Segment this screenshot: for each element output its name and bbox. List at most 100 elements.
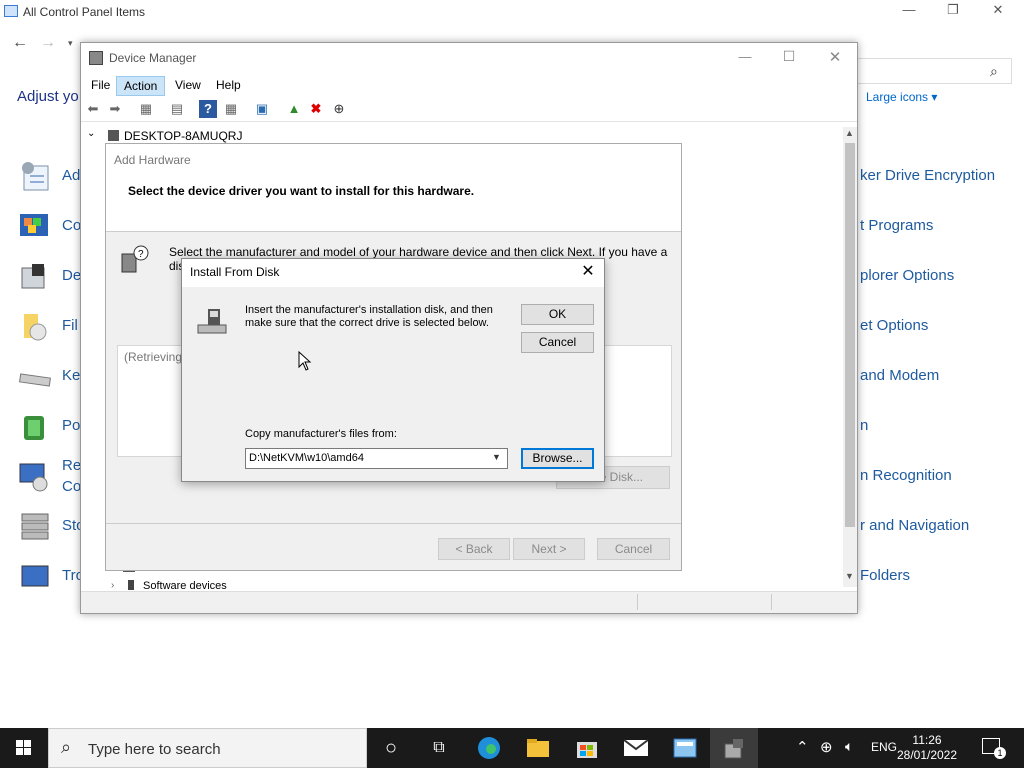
cp-item-default-programs[interactable]: t Programs <box>860 217 933 234</box>
page-heading: Adjust yo <box>17 88 79 105</box>
path-combobox[interactable]: D:\NetKVM\w10\amd64 ▼ <box>245 448 508 469</box>
cp-item-file-explorer-options[interactable]: plorer Options <box>860 267 954 284</box>
power-options-icon[interactable] <box>18 410 58 444</box>
help-icon[interactable]: ? <box>199 100 217 118</box>
control-panel-taskbar-icon[interactable] <box>661 728 709 768</box>
notification-count-badge: 1 <box>994 747 1006 759</box>
control-panel-titlebar: All Control Panel Items — ❐ ✕ <box>0 0 1024 24</box>
back-button[interactable]: < Back <box>438 538 510 560</box>
menu-bar: File Action View Help <box>81 73 857 96</box>
volume-muted-icon[interactable]: 🔈︎ <box>845 738 853 755</box>
scroll-down-icon[interactable]: ▼ <box>845 571 854 581</box>
network-globe-icon[interactable]: ⊕ <box>820 738 833 756</box>
cp-item-co[interactable]: Co <box>62 217 81 234</box>
cp-item-speech-recognition[interactable]: n Recognition <box>860 467 952 484</box>
next-button[interactable]: Next > <box>513 538 585 560</box>
cp-item-phone-modem[interactable]: and Modem <box>860 367 939 384</box>
cp-item-ke[interactable]: Ke <box>62 367 80 384</box>
retrieving-text: (Retrieving <box>124 350 183 364</box>
add-hardware-heading: Select the device driver you want to ins… <box>128 184 475 198</box>
tree-root[interactable]: DESKTOP-8AMUQRJ <box>124 129 242 143</box>
taskbar-search-box[interactable]: ⌕ Type here to search <box>48 728 367 768</box>
color-management-icon[interactable] <box>18 210 58 244</box>
forward-arrow-icon[interactable]: → <box>40 34 56 52</box>
view-by-value: Large icons <box>866 90 929 104</box>
chevron-down-icon[interactable]: ▼ <box>492 452 501 462</box>
scrollbar-thumb[interactable] <box>845 143 855 527</box>
chevron-right-icon[interactable]: › <box>111 580 114 591</box>
computer-icon <box>108 130 119 141</box>
menu-help[interactable]: Help <box>209 76 248 94</box>
forward-arrow-icon[interactable]: ➡ <box>106 100 124 118</box>
task-view-icon[interactable]: ⧉ <box>415 728 463 768</box>
chevron-up-icon[interactable]: ⌃ <box>796 738 809 756</box>
device-manager-title: Device Manager <box>109 51 197 65</box>
cp-item-co-2[interactable]: Co <box>62 478 81 495</box>
maximize-button[interactable]: ❐ <box>938 2 968 22</box>
clock-time: 11:26 <box>912 733 942 747</box>
control-panel-icon <box>4 5 18 17</box>
download-icon[interactable]: ⊕ <box>330 100 348 118</box>
search-icon: ⌕ <box>990 63 998 79</box>
windows-logo-icon <box>16 740 31 755</box>
cp-item-work-folders[interactable]: Folders <box>860 567 910 584</box>
view-by-dropdown[interactable]: Large icons ▾ <box>866 90 937 104</box>
close-button[interactable]: ✕ <box>821 48 849 66</box>
properties-grid-icon[interactable]: ▦ <box>137 100 155 118</box>
clock[interactable]: 11:26 28/01/2022 <box>896 733 958 763</box>
update-driver-icon[interactable]: ▲ <box>285 100 303 118</box>
cortana-icon[interactable]: ○ <box>367 728 415 768</box>
file-explorer-icon[interactable] <box>514 728 562 768</box>
vertical-scrollbar[interactable]: ▲ ▼ <box>843 127 857 587</box>
device-manager-icon[interactable] <box>18 260 58 294</box>
edge-browser-icon[interactable] <box>465 728 513 768</box>
admin-tools-icon[interactable] <box>18 160 58 194</box>
menu-view[interactable]: View <box>168 76 208 94</box>
cancel-button[interactable]: Cancel <box>521 332 594 353</box>
cp-item-po[interactable]: Po <box>62 417 80 434</box>
properties-icon[interactable]: ▤ <box>168 100 186 118</box>
ok-button[interactable]: OK <box>521 304 594 325</box>
close-button[interactable]: ✕ <box>983 2 1013 22</box>
back-arrow-icon[interactable]: ← <box>12 34 28 52</box>
store-icon[interactable] <box>563 728 611 768</box>
add-hardware-header: Add Hardware Select the device driver yo… <box>106 144 681 232</box>
cancel-button[interactable]: Cancel <box>597 538 670 560</box>
scroll-up-icon[interactable]: ▲ <box>845 128 854 138</box>
cp-item-region[interactable]: n <box>860 417 868 434</box>
menu-action[interactable]: Action <box>116 76 166 96</box>
device-manager-titlebar: Device Manager — ☐ ✕ <box>81 43 857 73</box>
cp-item-ad[interactable]: Ad <box>62 167 80 184</box>
chevron-down-icon[interactable]: ⌄ <box>87 128 95 139</box>
device-manager-taskbar-icon[interactable] <box>710 728 758 768</box>
cp-item-de[interactable]: De <box>62 267 81 284</box>
minimize-button[interactable]: — <box>731 49 759 64</box>
scan-hardware-icon[interactable]: ▣ <box>253 100 271 118</box>
remote-app-icon[interactable] <box>18 460 58 494</box>
cp-item-internet-options[interactable]: et Options <box>860 317 928 334</box>
search-icon: ⌕ <box>61 737 72 757</box>
view-icon[interactable]: ▦ <box>222 100 240 118</box>
browse-button[interactable]: Browse... <box>521 448 594 469</box>
file-explorer-icon[interactable] <box>18 310 58 344</box>
uninstall-icon[interactable]: ✖ <box>307 100 325 118</box>
menu-file[interactable]: File <box>84 76 117 94</box>
language-indicator[interactable]: ENG <box>871 740 897 754</box>
troubleshooting-icon[interactable] <box>18 560 58 594</box>
svg-text:?: ? <box>138 249 144 260</box>
close-button[interactable]: ✕ <box>576 261 600 283</box>
install-from-disk-dialog: Install From Disk ✕ Insert the manufactu… <box>181 258 605 482</box>
start-button[interactable] <box>0 728 48 768</box>
mail-icon[interactable] <box>612 728 660 768</box>
cp-item-re[interactable]: Re <box>62 457 81 474</box>
cp-item-fil[interactable]: Fil <box>62 317 78 334</box>
storage-spaces-icon[interactable] <box>18 510 58 544</box>
minimize-button[interactable]: — <box>894 2 924 22</box>
maximize-button[interactable]: ☐ <box>775 48 803 65</box>
status-divider <box>637 594 638 610</box>
back-arrow-icon[interactable]: ⬅ <box>84 100 102 118</box>
keyboard-icon[interactable] <box>18 360 58 394</box>
recent-dropdown-icon[interactable]: ▾ <box>68 38 73 49</box>
cp-item-bitlocker[interactable]: ker Drive Encryption <box>860 167 995 184</box>
cp-item-tablet-pc[interactable]: r and Navigation <box>860 517 969 534</box>
